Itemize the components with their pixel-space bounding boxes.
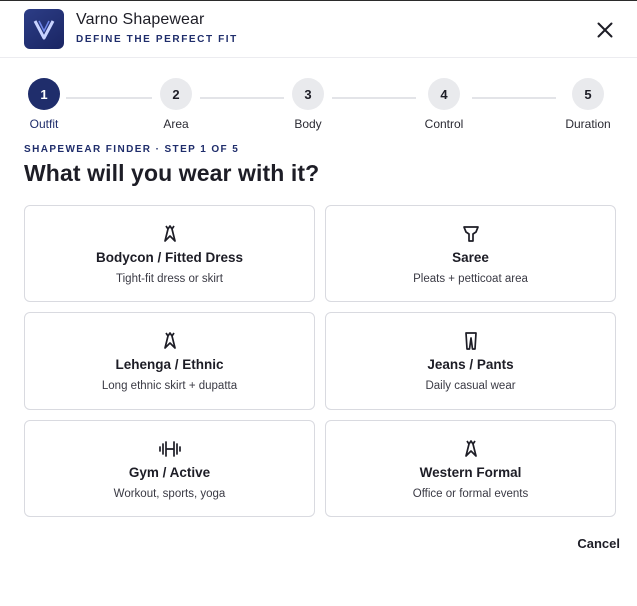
option-subtitle: Long ethnic skirt + dupatta xyxy=(101,380,238,392)
step-label: Duration xyxy=(565,117,611,131)
option-title: Lehenga / Ethnic xyxy=(115,357,224,372)
option-subtitle: Tight-fit dress or skirt xyxy=(116,273,223,285)
step-connector xyxy=(472,97,556,99)
step-connector xyxy=(200,97,284,99)
option-subtitle: Workout, sports, yoga xyxy=(113,488,226,500)
step-control[interactable]: 4 Control xyxy=(414,76,474,131)
option-gym[interactable]: Gym / Active Workout, sports, yoga xyxy=(24,420,315,517)
option-title: Bodycon / Fitted Dress xyxy=(95,250,244,265)
cancel-button[interactable]: Cancel xyxy=(560,536,620,554)
step-number: 5 xyxy=(572,78,604,110)
logo-v-icon xyxy=(33,20,55,40)
step-label: Outfit xyxy=(29,117,59,131)
option-subtitle: Daily casual wear xyxy=(425,380,516,392)
close-button[interactable] xyxy=(593,18,617,42)
option-western-formal[interactable]: Western Formal Office or formal events xyxy=(325,420,616,517)
dress-icon xyxy=(163,332,176,349)
step-label: Body xyxy=(294,117,322,131)
option-subtitle: Office or formal events xyxy=(412,488,529,500)
option-title: Gym / Active xyxy=(128,465,211,480)
step-number: 3 xyxy=(292,78,324,110)
dialog-header: Varno Shapewear DEFINE THE PERFECT FIT xyxy=(0,1,637,58)
option-title: Western Formal xyxy=(419,465,522,480)
option-lehenga[interactable]: Lehenga / Ethnic Long ethnic skirt + dup… xyxy=(24,312,315,410)
step-label: Control xyxy=(424,117,464,131)
step-number: 1 xyxy=(28,78,60,110)
close-icon xyxy=(597,22,613,38)
brand-logo xyxy=(24,9,64,49)
step-connector xyxy=(332,97,416,99)
brand-name: Varno Shapewear xyxy=(76,11,205,28)
step-progress: 1 Outfit 2 Area 3 Body 4 Control 5 Durat… xyxy=(0,76,637,136)
option-saree[interactable]: Saree Pleats + petticoat area xyxy=(325,205,616,302)
step-number: 2 xyxy=(160,78,192,110)
option-title: Saree xyxy=(452,250,489,265)
option-bodycon[interactable]: Bodycon / Fitted Dress Tight-fit dress o… xyxy=(24,205,315,302)
option-jeans[interactable]: Jeans / Pants Daily casual wear xyxy=(325,312,616,410)
dress-icon xyxy=(163,225,176,242)
brand-tagline: DEFINE THE PERFECT FIT xyxy=(76,34,238,45)
finder-eyebrow: SHAPEWEAR FINDER · STEP 1 OF 5 xyxy=(24,144,240,155)
step-area[interactable]: 2 Area xyxy=(146,76,206,131)
pants-icon xyxy=(464,332,477,350)
step-duration[interactable]: 5 Duration xyxy=(554,76,622,131)
dress-icon xyxy=(464,440,477,457)
step-outfit[interactable]: 1 Outfit xyxy=(14,76,74,131)
page-title: What will you wear with it? xyxy=(24,160,320,186)
step-number: 4 xyxy=(428,78,460,110)
option-subtitle: Pleats + petticoat area xyxy=(413,273,528,285)
saree-icon xyxy=(462,226,479,242)
step-body[interactable]: 3 Body xyxy=(278,76,338,131)
dumbbell-icon xyxy=(158,441,181,457)
option-title: Jeans / Pants xyxy=(427,357,514,372)
step-connector xyxy=(66,97,152,99)
step-label: Area xyxy=(163,117,189,131)
